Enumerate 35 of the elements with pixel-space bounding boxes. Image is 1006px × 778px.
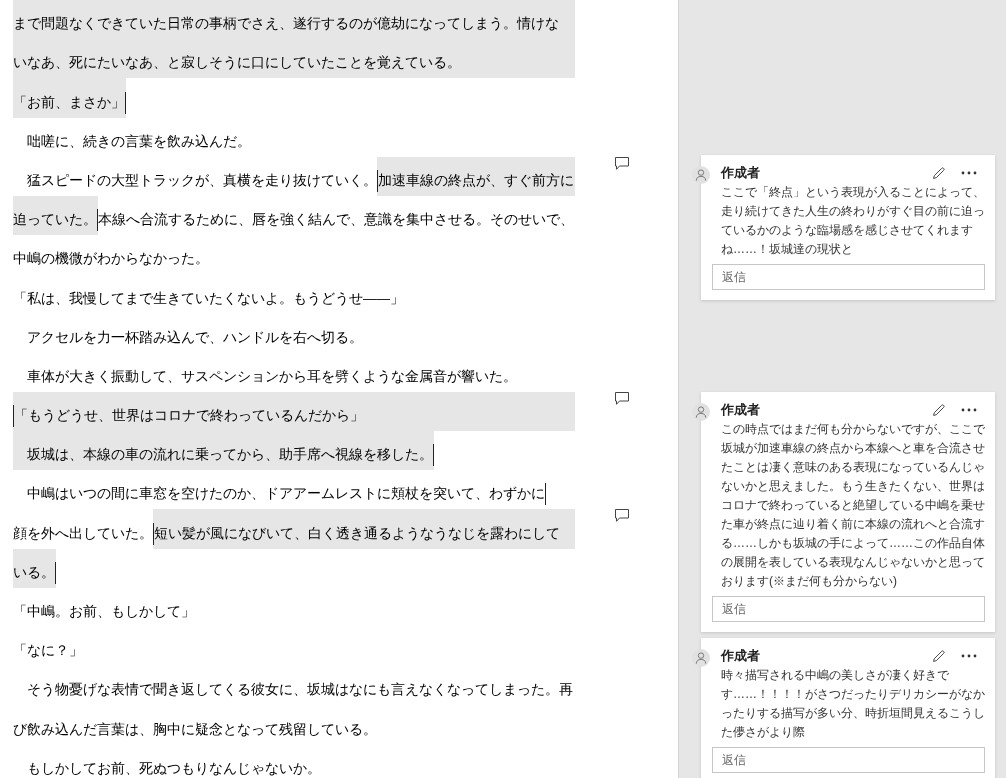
paragraph: 猛スピードの大型トラックが、真横を走り抜けていく。加速車線の終点が、すぐ前方に 迫っていた。本線へ合流するために、唇を強く結んで、意識を集中させる。そのせいで、 中嶋の機微がわからなかった。 <box>13 156 575 275</box>
paragraph: 車体が大きく振動して、サスペンションから耳を劈くような金属音が響いた。 <box>26 367 517 386</box>
more-options-icon[interactable] <box>961 654 977 658</box>
comment-text: この時点ではまだ何も分からないですが、ここで坂城が加速車線の終点から本線へと車を合流させたことは凄く意味のある表現になっているんじゃないかと思えました。もう生きたくない、世界はコロナで終わっていると絶望している中嶋を乗せた車が終点に辿り着く前に本線の流れへと合流する……しかも坂城の手によって……この作品自体の展開を表している表現なんじゃないかと思っております(※まだ何も分からない) <box>721 421 986 590</box>
paragraph: 咄嗟に、続きの言葉を飲み込んだ。 <box>26 132 251 151</box>
avatar-icon <box>692 649 710 667</box>
reply-field[interactable]: 返信 <box>712 264 985 290</box>
paragraph: 「私は、我慢してまで生きていたくないよ。もうどうせ――」 <box>13 289 405 308</box>
paragraph: アクセルを力一杯踏み込んで、ハンドルを右へ切る。 <box>26 328 363 347</box>
paragraph: 「もうどうせ、世界はコロナで終わっているんだから」 <box>13 391 575 432</box>
comment-text: 時々描写される中嶋の美しさが凄く好きです……！！！！がさつだったりデリカシーがなかったりする描写が多い分、時折垣間見えるこうした儚さがより際 <box>721 667 986 741</box>
reply-field[interactable]: 返信 <box>712 747 985 773</box>
more-options-icon[interactable] <box>961 171 977 175</box>
avatar-icon <box>692 403 710 421</box>
comment-icon[interactable] <box>615 156 629 170</box>
paragraph: 「なに？」 <box>13 642 83 661</box>
pencil-icon[interactable] <box>933 650 945 662</box>
more-options-icon[interactable] <box>961 408 977 412</box>
pencil-icon[interactable] <box>933 404 945 416</box>
avatar-icon <box>692 166 710 184</box>
reply-field[interactable]: 返信 <box>712 596 985 622</box>
comment-icon[interactable] <box>615 509 629 523</box>
author-name: 作成者 <box>721 647 760 666</box>
paragraph: 中嶋はいつの間に車窓を空けたのか、ドアアームレストに頬杖を突いて、わずかに 顔を外へ出していた。短い髪が風になびいて、白く透き通るようなうなじを露わにして いる。 <box>13 470 575 588</box>
comment-icon[interactable] <box>615 391 629 405</box>
paragraph: まで問題なくできていた日常の事柄でさえ、遂行するのが億劫になってしまう。情けな いなあ、死にたいなあ、と寂しそうに口にしていたことを覚えている。 <box>13 0 575 79</box>
paragraph: もしかしてお前、死ぬつもりなんじゃないか。 <box>26 759 321 778</box>
author-name: 作成者 <box>721 401 760 420</box>
paragraph: 坂城は、本線の車の流れに乗ってから、助手席へ視線を移した。 <box>13 431 434 471</box>
comment-text: ここで「終点」という表現が入ることによって、走り続けてきた人生の終わりがすぐ目の前に迫っているかのような臨場感を感じさせてくれますね……！坂城達の現状と <box>721 184 986 258</box>
paragraph: 「お前、まさか」 <box>13 78 126 118</box>
author-name: 作成者 <box>721 164 760 183</box>
pencil-icon[interactable] <box>933 167 945 179</box>
paragraph: そう物憂げな表情で聞き返してくる彼女に、坂城はなにも言えなくなってしまった。再 び飲み込んだ言葉は、胸中に疑念となって残留している。 <box>13 681 573 739</box>
paragraph: 「中嶋。お前、もしかして」 <box>13 603 195 621</box>
